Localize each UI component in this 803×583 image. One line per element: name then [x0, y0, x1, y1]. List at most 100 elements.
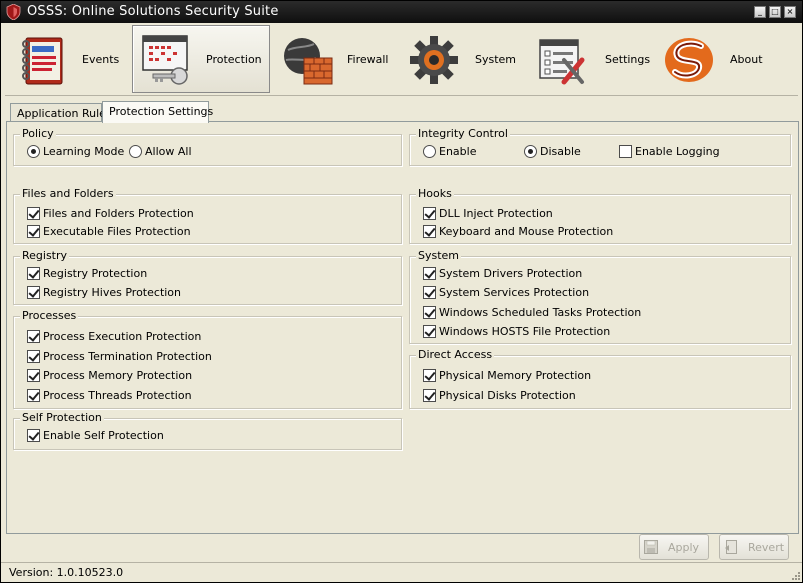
checkbox-indicator[interactable] [423, 286, 436, 299]
checkbox-indicator[interactable] [27, 429, 40, 442]
scheduled-tasks-protection-checkbox[interactable]: Windows Scheduled Tasks Protection [423, 306, 641, 322]
system-services-protection-checkbox[interactable]: System Services Protection [423, 286, 589, 302]
toolbar-firewall-button[interactable]: Firewall [273, 25, 400, 93]
toolbar-events-button[interactable]: Events [7, 25, 134, 93]
processes-group: Processes Process Execution Protection P… [13, 309, 402, 409]
checkbox-indicator[interactable] [423, 207, 436, 220]
checkbox-label: Enable Self Protection [43, 429, 164, 442]
allow-all-radio-indicator[interactable] [129, 145, 142, 158]
checkbox-label: Physical Disks Protection [439, 389, 576, 402]
toolbar-firewall-label: Firewall [347, 53, 389, 66]
checkbox-indicator[interactable] [27, 207, 40, 220]
learning-mode-radio[interactable]: Learning Mode [27, 145, 124, 161]
checkbox-indicator[interactable] [27, 225, 40, 238]
tab-application-rules[interactable]: Application Rules [10, 103, 112, 122]
revert-button[interactable]: Revert [719, 534, 789, 560]
integrity-enable-radio-indicator[interactable] [423, 145, 436, 158]
process-threads-protection-checkbox[interactable]: Process Threads Protection [27, 389, 192, 405]
window-title: OSSS: Online Solutions Security Suite [27, 4, 279, 19]
registry-hives-protection-checkbox[interactable]: Registry Hives Protection [27, 286, 181, 302]
checkbox-indicator[interactable] [27, 267, 40, 280]
checkbox-label: Windows Scheduled Tasks Protection [439, 306, 642, 319]
close-button[interactable]: × [784, 6, 796, 18]
window-key-icon [142, 35, 188, 85]
self-protection-group-title: Self Protection [20, 411, 104, 424]
system-drivers-protection-checkbox[interactable]: System Drivers Protection [423, 267, 582, 283]
integrity-disable-radio-indicator[interactable] [524, 145, 537, 158]
apply-button[interactable]: Apply [639, 534, 709, 560]
physical-disks-protection-checkbox[interactable]: Physical Disks Protection [423, 389, 576, 405]
policy-group-title: Policy [20, 127, 56, 140]
integrity-disable-radio[interactable]: Disable [524, 145, 581, 161]
keyboard-mouse-protection-checkbox[interactable]: Keyboard and Mouse Protection [423, 225, 613, 241]
toolbar-protection-label: Protection [206, 53, 262, 66]
hooks-group-title: Hooks [416, 187, 454, 200]
learning-mode-radio-indicator[interactable] [27, 145, 40, 158]
enable-logging-checkbox[interactable]: Enable Logging [619, 145, 720, 161]
protection-settings-panel: Policy Learning Mode Allow All Integrity… [6, 121, 799, 534]
registry-protection-checkbox[interactable]: Registry Protection [27, 267, 147, 283]
revert-document-icon [725, 540, 737, 554]
checkbox-label: Executable Files Protection [43, 225, 191, 238]
self-protection-group: Self Protection Enable Self Protection [13, 411, 402, 450]
checkbox-indicator[interactable] [27, 330, 40, 343]
checkbox-label: System Drivers Protection [439, 267, 583, 280]
processes-group-title: Processes [20, 309, 79, 322]
integrity-control-group: Integrity Control Enable Disable Enable … [409, 127, 791, 166]
checkbox-label: Registry Protection [43, 267, 148, 280]
resize-grip-icon[interactable] [790, 570, 800, 580]
toolbar-about-button[interactable]: About [654, 25, 781, 93]
apply-button-label: Apply [668, 541, 700, 554]
process-memory-protection-checkbox[interactable]: Process Memory Protection [27, 369, 192, 385]
logo-s-icon [665, 38, 713, 82]
main-window: OSSS: Online Solutions Security Suite _ … [0, 0, 803, 583]
files-folders-group-title: Files and Folders [20, 187, 116, 200]
enable-self-protection-checkbox[interactable]: Enable Self Protection [27, 429, 164, 445]
minimize-button[interactable]: _ [754, 6, 766, 18]
checkbox-label: Process Execution Protection [43, 330, 202, 343]
status-bar: Version: 1.0.10523.0 [1, 562, 802, 582]
checkbox-indicator[interactable] [423, 225, 436, 238]
toolbar-protection-button[interactable]: Protection [132, 25, 270, 93]
toolbar-system-button[interactable]: System [399, 25, 526, 93]
toolbar-about-label: About [730, 53, 763, 66]
globe-wall-icon [284, 38, 333, 85]
dll-inject-protection-checkbox[interactable]: DLL Inject Protection [423, 207, 553, 223]
checkbox-label: Process Termination Protection [43, 350, 212, 363]
checkbox-indicator[interactable] [27, 286, 40, 299]
checkbox-label: Files and Folders Protection [43, 207, 194, 220]
checkbox-indicator[interactable] [423, 325, 436, 338]
checkbox-indicator[interactable] [27, 350, 40, 363]
process-execution-protection-checkbox[interactable]: Process Execution Protection [27, 330, 201, 346]
title-bar[interactable]: OSSS: Online Solutions Security Suite _ … [1, 1, 802, 23]
integrity-enable-radio[interactable]: Enable [423, 145, 476, 161]
learning-mode-label: Learning Mode [43, 145, 125, 158]
physical-memory-protection-checkbox[interactable]: Physical Memory Protection [423, 369, 591, 385]
policy-group: Policy Learning Mode Allow All [13, 127, 402, 166]
checkbox-indicator[interactable] [27, 389, 40, 402]
allow-all-radio[interactable]: Allow All [129, 145, 192, 161]
checkbox-label: Registry Hives Protection [43, 286, 182, 299]
checkbox-indicator[interactable] [423, 389, 436, 402]
executable-files-protection-checkbox[interactable]: Executable Files Protection [27, 225, 191, 241]
toolbar-settings-button[interactable]: Settings [527, 25, 654, 93]
process-termination-protection-checkbox[interactable]: Process Termination Protection [27, 350, 212, 366]
integrity-enable-label: Enable [439, 145, 477, 158]
gear-icon [410, 36, 458, 84]
floppy-disk-icon [644, 540, 658, 554]
notebook-icon [22, 37, 63, 85]
tab-protection-settings[interactable]: Protection Settings [102, 101, 213, 123]
main-toolbar: Events Protection Firewall System Settin… [7, 25, 797, 93]
maximize-button[interactable]: □ [769, 6, 781, 18]
hosts-file-protection-checkbox[interactable]: Windows HOSTS File Protection [423, 325, 610, 341]
enable-logging-checkbox-indicator[interactable] [619, 145, 632, 158]
checkbox-indicator[interactable] [423, 267, 436, 280]
tab-protection-settings-label: Protection Settings [109, 105, 214, 118]
checkbox-indicator[interactable] [423, 306, 436, 319]
checkbox-indicator[interactable] [27, 369, 40, 382]
direct-access-group: Direct Access Physical Memory Protection… [409, 348, 791, 409]
checkbox-label: Process Threads Protection [43, 389, 192, 402]
toolbar-system-label: System [475, 53, 517, 66]
files-folders-protection-checkbox[interactable]: Files and Folders Protection [27, 207, 194, 223]
checkbox-indicator[interactable] [423, 369, 436, 382]
